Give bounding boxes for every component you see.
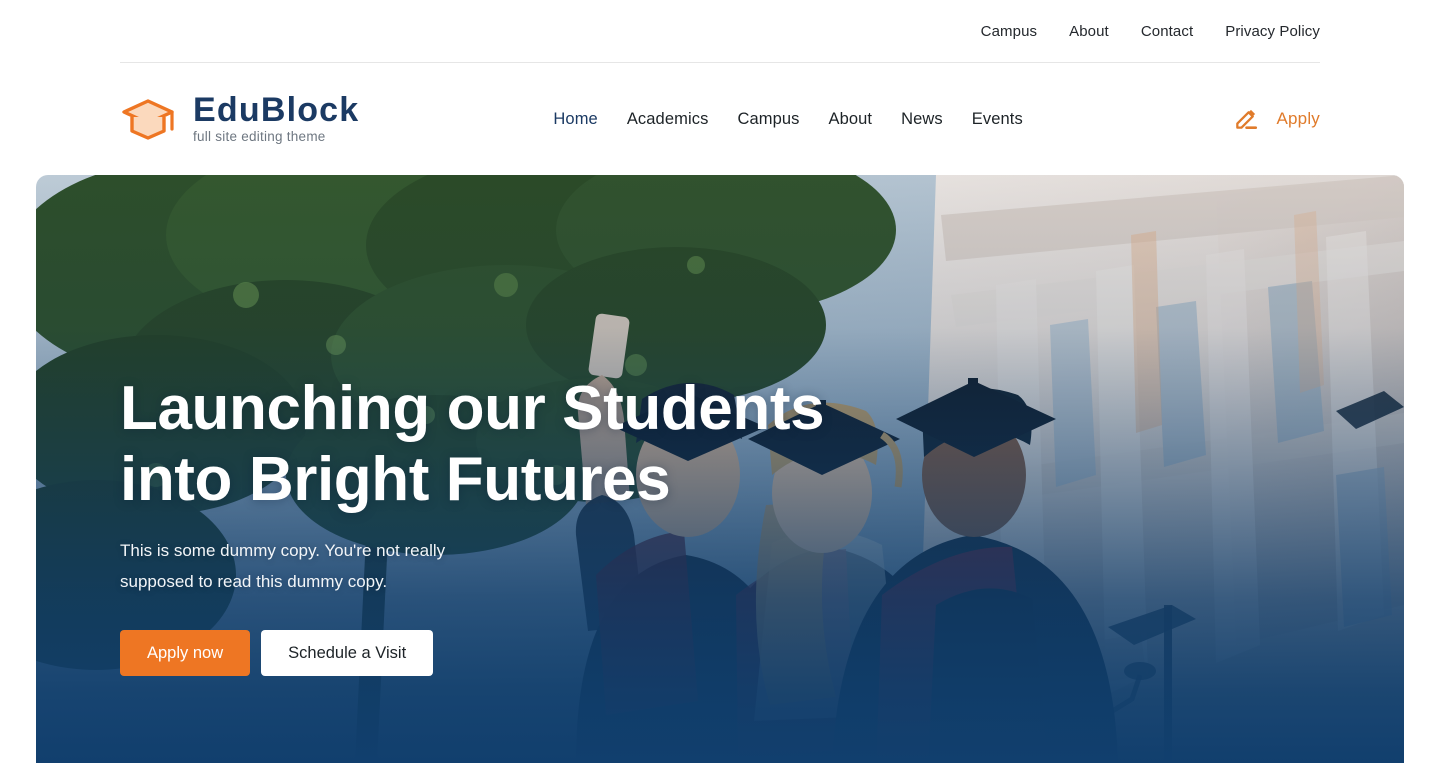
hero-banner: Launching our Students into Bright Futur…	[36, 175, 1404, 763]
utility-nav: Campus About Contact Privacy Policy	[981, 24, 1320, 39]
nav-link-events[interactable]: Events	[972, 110, 1023, 129]
apply-label: Apply	[1276, 109, 1320, 128]
utility-link-privacy-policy[interactable]: Privacy Policy	[1225, 24, 1320, 39]
hero-subtitle: This is some dummy copy. You're not real…	[120, 541, 446, 592]
nav-link-news[interactable]: News	[901, 110, 943, 129]
pencil-edit-icon	[1233, 106, 1259, 132]
nav-link-home[interactable]: Home	[553, 110, 597, 129]
hero-content: Launching our Students into Bright Futur…	[120, 374, 880, 677]
utility-link-campus[interactable]: Campus	[981, 24, 1037, 39]
hero-actions: Apply now Schedule a Visit	[120, 630, 880, 677]
brand-text: EduBlock full site editing theme	[193, 90, 360, 146]
brand-logo[interactable]: EduBlock full site editing theme	[120, 90, 360, 146]
hero-title: Launching our Students into Bright Futur…	[120, 374, 880, 515]
nav-link-about[interactable]: About	[828, 110, 872, 129]
brand-tagline: full site editing theme	[193, 129, 326, 145]
apply-link[interactable]: Apply	[1233, 106, 1320, 132]
hero-title-line-2: into Bright Futures	[120, 444, 671, 514]
brand-name: EduBlock	[193, 90, 360, 129]
schedule-visit-button[interactable]: Schedule a Visit	[261, 630, 434, 677]
utility-bar: Campus About Contact Privacy Policy	[0, 0, 1440, 62]
nav-link-academics[interactable]: Academics	[627, 110, 709, 129]
utility-link-about[interactable]: About	[1069, 24, 1109, 39]
site-header: EduBlock full site editing theme Home Ac…	[0, 63, 1440, 175]
apply-now-button[interactable]: Apply now	[120, 630, 251, 677]
hero-title-line-1: Launching our Students	[120, 374, 825, 443]
primary-nav: Home Academics Campus About News Events	[553, 110, 1022, 129]
utility-link-contact[interactable]: Contact	[1141, 24, 1193, 39]
nav-link-campus[interactable]: Campus	[737, 110, 799, 129]
graduation-cap-icon	[120, 95, 180, 143]
